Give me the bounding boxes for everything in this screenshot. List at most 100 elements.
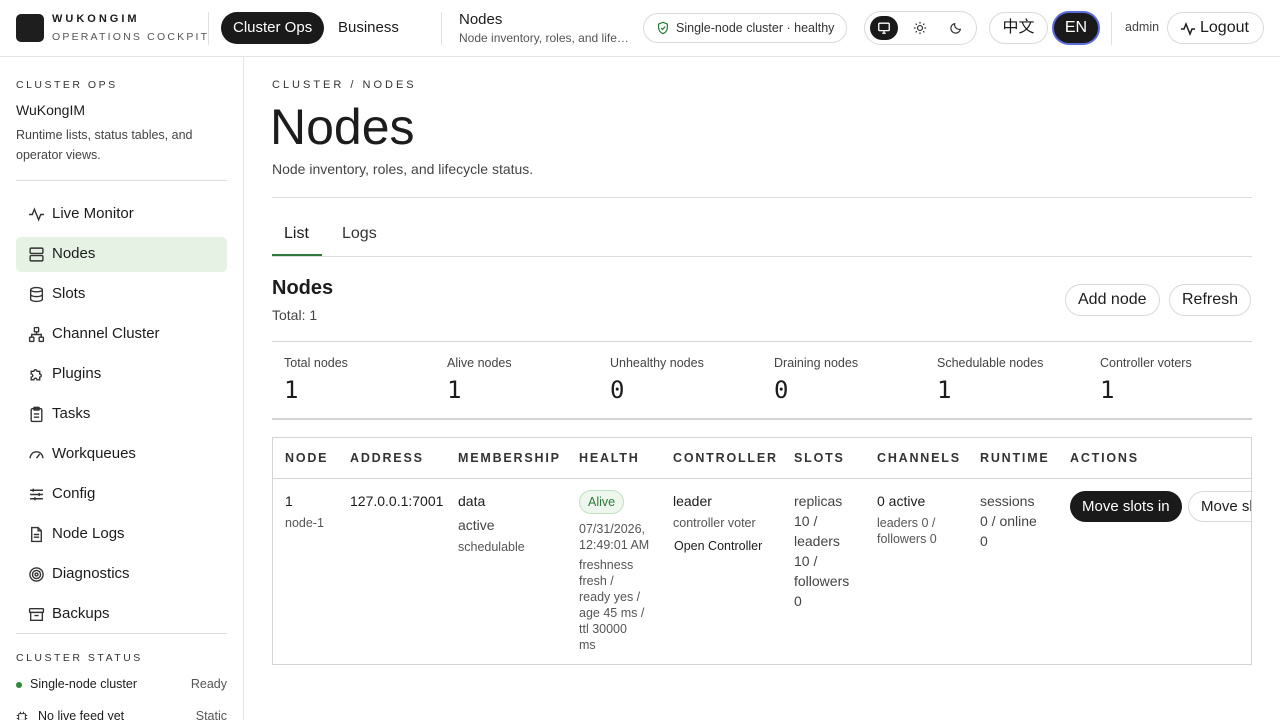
open-controller-link[interactable]: Open Controller xyxy=(674,538,762,554)
node-name: node-1 xyxy=(285,516,324,530)
sidebar: CLUSTER OPS WuKongIM Runtime lists, stat… xyxy=(0,57,244,720)
stat-label: Unhealthy nodes xyxy=(610,356,704,370)
table-header: NODE ADDRESS MEMBERSHIP HEALTH CONTROLLE… xyxy=(273,438,1251,479)
refresh-button[interactable]: Refresh xyxy=(1169,284,1252,316)
move-slots-in-button[interactable]: Move slots in xyxy=(1070,491,1182,522)
top-bar: WUKONGIM OPERATIONS COCKPIT Cluster Ops … xyxy=(0,0,1280,57)
logout-button[interactable]: Logout xyxy=(1167,12,1264,44)
slots-line: followers xyxy=(794,573,850,589)
runtime-line: 0 / online xyxy=(980,513,1037,529)
stat-value: 1 xyxy=(937,376,952,404)
brand-logo xyxy=(16,14,44,42)
language-en-button[interactable]: EN xyxy=(1052,11,1100,45)
status-value: Static xyxy=(195,709,227,720)
monitor-icon xyxy=(878,22,890,34)
health-time-date: 07/31/2026, xyxy=(579,522,646,536)
page-title: Nodes xyxy=(270,99,415,155)
sidebar-item-diagnostics[interactable]: Diagnostics xyxy=(16,557,227,592)
language-zh-button[interactable]: 中文 xyxy=(989,12,1048,44)
tab-logs[interactable]: Logs xyxy=(342,225,377,243)
divider xyxy=(272,197,1252,198)
divider xyxy=(441,12,442,45)
nodes-table: NODE ADDRESS MEMBERSHIP HEALTH CONTROLLE… xyxy=(272,437,1252,665)
brand-name: WUKONGIM xyxy=(52,13,140,25)
nav-cluster-ops[interactable]: Cluster Ops xyxy=(221,12,325,44)
activity-icon xyxy=(1181,21,1195,37)
clipboard-icon xyxy=(30,406,43,423)
sidebar-item-label: Tasks xyxy=(52,405,91,422)
sidebar-item-label: Backups xyxy=(52,605,110,622)
divider xyxy=(16,180,227,181)
theme-dark-button[interactable] xyxy=(942,16,970,40)
sidebar-item-label: Diagnostics xyxy=(52,565,130,582)
channels-active: 0 active xyxy=(877,493,926,509)
runtime-line: 0 xyxy=(980,533,988,549)
status-label: No live feed yet xyxy=(38,709,125,720)
add-node-button[interactable]: Add node xyxy=(1065,284,1160,316)
sidebar-item-label: Plugins xyxy=(52,365,102,382)
sidebar-item-backups[interactable]: Backups xyxy=(16,597,227,632)
sidebar-item-tasks[interactable]: Tasks xyxy=(16,397,227,432)
stat-label: Total nodes xyxy=(284,356,348,370)
theme-system-button[interactable] xyxy=(870,16,898,40)
slots-line: 0 xyxy=(794,593,802,609)
tab-list[interactable]: List xyxy=(284,225,309,243)
membership-schedulable: schedulable xyxy=(458,540,525,554)
column-header-health: HEALTH xyxy=(579,451,640,465)
stats-strip: Total nodes 1 Alive nodes 1 Unhealthy no… xyxy=(272,341,1252,420)
theme-switcher xyxy=(864,11,977,45)
health-badge: Alive xyxy=(579,490,625,514)
controller-role: leader xyxy=(673,493,712,509)
node-id: 1 xyxy=(285,493,293,509)
status-dot xyxy=(16,682,22,688)
health-time-clock: 12:49:01 AM xyxy=(579,538,650,552)
stat-value: 1 xyxy=(284,376,299,404)
breadcrumb: CLUSTER / NODES xyxy=(272,79,417,91)
column-header-node: NODE xyxy=(285,451,329,465)
sidebar-description: Runtime lists, status tables, and operat… xyxy=(16,128,193,162)
stat-unhealthy-nodes: Unhealthy nodes 0 xyxy=(610,356,704,404)
cluster-status-kicker: CLUSTER STATUS xyxy=(16,652,143,664)
sidebar-item-label: Channel Cluster xyxy=(52,325,160,342)
stat-label: Draining nodes xyxy=(774,356,859,370)
cpu-icon xyxy=(16,711,28,720)
column-header-controller: CONTROLLER xyxy=(673,451,778,465)
stat-value: 0 xyxy=(774,376,789,404)
sidebar-item-plugins[interactable]: Plugins xyxy=(16,357,227,392)
sidebar-item-label: Slots xyxy=(52,285,86,302)
puzzle-icon xyxy=(30,369,42,381)
sidebar-item-node-logs[interactable]: Node Logs xyxy=(16,517,227,552)
sidebar-item-label: Workqueues xyxy=(52,445,136,462)
sidebar-item-label: Nodes xyxy=(52,245,96,262)
channels-detail-line: leaders 0 / xyxy=(877,516,936,530)
sidebar-item-nodes[interactable]: Nodes xyxy=(16,237,227,272)
health-detail-line: ms xyxy=(579,638,596,652)
header-title: Nodes xyxy=(459,11,503,28)
nav-business[interactable]: Business xyxy=(338,12,399,44)
sidebar-item-label: Node Logs xyxy=(52,525,125,542)
slots-line: replicas xyxy=(794,493,843,509)
stat-total-nodes: Total nodes 1 xyxy=(284,356,348,404)
stat-alive-nodes: Alive nodes 1 xyxy=(447,356,512,404)
runtime-line: sessions xyxy=(980,493,1035,509)
cluster-health-text: Single-node cluster · healthy xyxy=(676,21,835,35)
sidebar-item-slots[interactable]: Slots xyxy=(16,277,227,312)
stat-label: Schedulable nodes xyxy=(937,356,1044,370)
health-detail-line: freshness xyxy=(579,558,634,572)
divider xyxy=(16,633,227,634)
health-detail-line: ready yes / xyxy=(579,590,641,604)
channels-detail-line: followers 0 xyxy=(877,532,937,546)
page-description: Node inventory, roles, and lifecycle sta… xyxy=(272,161,534,177)
sidebar-kicker: CLUSTER OPS xyxy=(16,79,118,91)
status-label: Single-node cluster xyxy=(30,677,138,691)
sidebar-item-config[interactable]: Config xyxy=(16,477,227,512)
theme-light-button[interactable] xyxy=(906,16,934,40)
sidebar-app-name: WuKongIM xyxy=(16,102,85,118)
move-slots-out-button[interactable]: Move slots out xyxy=(1188,491,1251,522)
sidebar-item-workqueues[interactable]: Workqueues xyxy=(16,437,227,472)
sidebar-item-live-monitor[interactable]: Live Monitor xyxy=(16,197,227,232)
sidebar-item-channel-cluster[interactable]: Channel Cluster xyxy=(16,317,227,352)
column-header-slots: SLOTS xyxy=(794,451,845,465)
stat-label: Controller voters xyxy=(1100,356,1192,370)
column-header-actions: ACTIONS xyxy=(1070,451,1139,465)
